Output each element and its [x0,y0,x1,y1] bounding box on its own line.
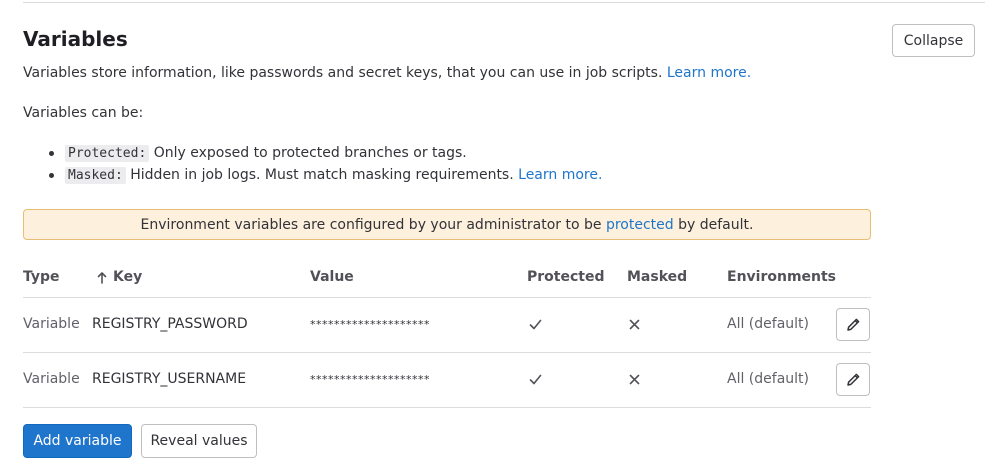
section-divider [23,2,985,3]
masked-description: Hidden in job logs. Must match masking r… [130,167,514,183]
variable-options-list: Protected: Only exposed to protected bra… [23,143,602,187]
close-icon [629,374,640,385]
alert-text-before: Environment variables are configured by … [140,216,602,233]
variable-value: ******************** [310,318,430,331]
list-item: Masked: Hidden in job logs. Must match m… [23,165,602,187]
learn-more-link[interactable]: Learn more. [667,65,751,81]
protected-description: Only exposed to protected branches or ta… [153,145,467,161]
variable-key: REGISTRY_PASSWORD [92,316,248,332]
protected-default-alert: Environment variables are configured by … [23,209,871,240]
add-variable-button[interactable]: Add variable [23,424,132,458]
arrow-up-icon [97,271,107,284]
pencil-icon [846,318,859,331]
masked-code: Masked: [65,167,126,184]
table-divider [23,407,871,408]
section-title: Variables [23,27,128,51]
variable-environment: All (default) [727,316,809,332]
column-header-masked: Masked [627,269,688,285]
variable-type: Variable [23,371,80,387]
column-header-key-label: Key [113,269,143,285]
description-text: Variables store information, like passwo… [23,65,663,81]
reveal-values-button[interactable]: Reveal values [141,424,257,458]
pencil-icon [846,373,859,386]
column-header-type: Type [23,269,60,285]
table-divider [23,352,871,353]
protected-link[interactable]: protected [606,217,674,233]
edit-variable-button[interactable] [836,308,870,341]
edit-variable-button[interactable] [836,363,870,396]
protected-code: Protected: [65,145,150,162]
column-header-key[interactable]: Key [97,269,142,285]
variable-type: Variable [23,316,80,332]
alert-text-after: by default. [678,216,754,233]
table-divider [23,297,871,298]
masking-learn-more-link[interactable]: Learn more. [518,167,602,183]
variable-environment: All (default) [727,371,809,387]
column-header-environments: Environments [727,269,837,285]
collapse-button[interactable]: Collapse [892,24,975,57]
section-description: Variables store information, like passwo… [23,65,751,81]
check-icon [529,319,542,330]
variables-can-be-text: Variables can be: [23,105,144,121]
column-header-value: Value [310,269,354,285]
column-header-protected: Protected [527,269,605,285]
list-item: Protected: Only exposed to protected bra… [23,143,602,165]
variable-value: ******************** [310,373,430,386]
close-icon [629,319,640,330]
check-icon [529,374,542,385]
variable-key: REGISTRY_USERNAME [92,371,247,387]
